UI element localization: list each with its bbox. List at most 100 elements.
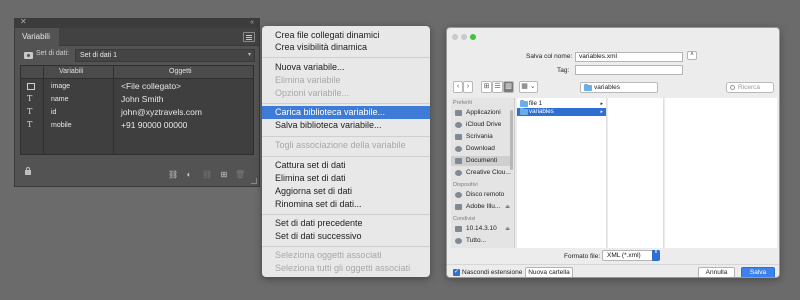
location-popup[interactable]: variables bbox=[580, 82, 658, 93]
image-icon bbox=[27, 83, 35, 90]
gallery-view-button[interactable]: ▦ ⌄ bbox=[519, 81, 538, 93]
panel-footer: ⛓ ◐ ⛓ ⊞ 🗑 bbox=[15, 166, 259, 186]
menu-item-delete-dataset[interactable]: Elimina set di dati bbox=[262, 172, 430, 185]
new-folder-button[interactable]: Nuova cartella bbox=[525, 267, 573, 277]
save-dialog: Salva col nome: variables.xml ˄ Tag: ‹ ›… bbox=[446, 27, 780, 278]
capture-dataset-icon[interactable] bbox=[24, 52, 33, 59]
save-as-input[interactable]: variables.xml bbox=[575, 52, 683, 62]
cancel-button[interactable]: Annulla bbox=[698, 267, 735, 277]
sidebar-item-adobe-illustrator[interactable]: Adobe Illu... ⏏ bbox=[451, 202, 513, 212]
sidebar-item-label: Documenti bbox=[466, 157, 498, 164]
sidebar-item-remote-disc[interactable]: Disco remoto bbox=[451, 190, 513, 200]
dataset-select[interactable]: Set di dati 1 ▾ bbox=[75, 49, 255, 62]
browser-column-1: file 1 ▸ variables ▸ bbox=[517, 98, 607, 248]
menu-item-next-dataset[interactable]: Set di dati successivo bbox=[262, 230, 430, 243]
menu-item-select-bound-objects[interactable]: Seleziona oggetti associati bbox=[262, 249, 430, 262]
unbind-variable-icon[interactable]: ⛓ bbox=[202, 171, 212, 179]
new-variable-icon[interactable]: ⊞ bbox=[219, 171, 229, 179]
tab-variables[interactable]: Variabili bbox=[15, 28, 59, 46]
panel-flyout-menu: Crea file collegati dinamici Crea visibi… bbox=[262, 26, 430, 277]
variable-object: <File collegato> bbox=[121, 81, 182, 91]
menu-item-capture-dataset[interactable]: Cattura set di dati bbox=[262, 159, 430, 172]
panel-title-bar: ✕ « bbox=[15, 17, 259, 28]
menu-item-select-all-bound-objects[interactable]: Seleziona tutti gli oggetti associati bbox=[262, 262, 430, 275]
list-item[interactable]: variables ▸ bbox=[517, 108, 606, 116]
hide-extension-checkbox[interactable]: ✓ bbox=[453, 269, 460, 276]
list-item-label: file 1 bbox=[529, 100, 543, 107]
eject-icon[interactable]: ⏏ bbox=[505, 202, 510, 212]
sidebar-section-devices: Dispositivi bbox=[453, 182, 478, 188]
dialog-footer: ✓ Nascondi estensione Nuova cartella Ann… bbox=[447, 264, 779, 277]
file-format-select[interactable]: XML (*.xml) ⇕ bbox=[602, 250, 660, 261]
tags-input[interactable] bbox=[575, 65, 683, 75]
sidebar-item-creative-cloud[interactable]: Creative Clou... bbox=[451, 168, 513, 178]
sidebar-scrollbar[interactable] bbox=[510, 110, 513, 170]
forward-button[interactable]: › bbox=[463, 81, 473, 93]
zoom-window-icon[interactable] bbox=[470, 34, 476, 40]
menu-item-unbind-variable[interactable]: Togli associazione della variabile bbox=[262, 139, 430, 152]
location-value: variables bbox=[594, 84, 621, 91]
sidebar-item-all-network[interactable]: Tutto... bbox=[451, 236, 513, 246]
download-icon bbox=[455, 146, 462, 152]
menu-item-update-dataset[interactable]: Aggiorna set di dati bbox=[262, 185, 430, 198]
folder-icon bbox=[584, 84, 592, 91]
menu-item-previous-dataset[interactable]: Set di dati precedente bbox=[262, 217, 430, 230]
sidebar-item-label: iCloud Drive bbox=[466, 121, 502, 128]
table-row[interactable]: image <File collegato> bbox=[21, 80, 253, 93]
chevron-right-icon: ▸ bbox=[600, 101, 603, 107]
list-view-button[interactable]: ☰ bbox=[492, 81, 503, 93]
sidebar-item-applications[interactable]: Applicazioni bbox=[451, 108, 513, 118]
variable-name: image bbox=[51, 83, 71, 90]
menu-item-create-dynamic-visibility[interactable]: Crea visibilità dinamica bbox=[262, 41, 430, 54]
collapse-icon[interactable]: « bbox=[250, 18, 254, 28]
dataset-label: Set di dati: bbox=[36, 50, 70, 57]
lock-icon[interactable] bbox=[25, 167, 31, 175]
variables-table: Variabili Oggetti image <File collegato>… bbox=[20, 65, 254, 155]
menu-item-delete-variable[interactable]: Elimina variabile bbox=[262, 74, 430, 87]
resize-grip-icon[interactable] bbox=[251, 178, 257, 184]
sidebar-item-server[interactable]: 10.14.3.10 ⏏ bbox=[451, 224, 513, 234]
close-icon[interactable]: ✕ bbox=[20, 17, 27, 27]
variable-object: +91 90000 00000 bbox=[121, 120, 188, 130]
disc-icon bbox=[455, 192, 462, 198]
table-row[interactable]: T id john@xyztravels.com bbox=[21, 106, 253, 119]
sidebar-item-icloud-drive[interactable]: iCloud Drive bbox=[451, 120, 513, 130]
menu-item-save-variable-library[interactable]: Salva biblioteca variabile... bbox=[262, 119, 430, 132]
sidebar-item-documents[interactable]: Documenti bbox=[451, 156, 513, 166]
menu-item-rename-dataset[interactable]: Rinomina set di dati... bbox=[262, 198, 430, 211]
icon-view-button[interactable]: ⊞ bbox=[481, 81, 492, 93]
select-stepper-icon: ⇕ bbox=[652, 250, 660, 261]
search-input[interactable]: Ricerca bbox=[726, 82, 774, 93]
sidebar-item-label: Tutto... bbox=[466, 237, 486, 244]
close-window-icon[interactable] bbox=[452, 34, 458, 40]
column-header-objects[interactable]: Oggetti bbox=[169, 68, 192, 75]
sidebar-item-downloads[interactable]: Download bbox=[451, 144, 513, 154]
menu-item-variable-options[interactable]: Opzioni variabile... bbox=[262, 87, 430, 100]
table-row[interactable]: T name John Smith bbox=[21, 93, 253, 106]
eject-icon[interactable]: ⏏ bbox=[505, 224, 510, 234]
menu-separator bbox=[262, 57, 430, 58]
column-header-variables[interactable]: Variabili bbox=[59, 68, 83, 75]
column-view-button[interactable]: ▥ bbox=[503, 81, 514, 93]
sidebar-item-desktop[interactable]: Scrivania bbox=[451, 132, 513, 142]
table-row[interactable]: T mobile +91 90000 00000 bbox=[21, 119, 253, 132]
variable-object: john@xyztravels.com bbox=[121, 107, 202, 117]
save-button[interactable]: Salva bbox=[741, 267, 775, 277]
browser-column-3 bbox=[665, 98, 777, 248]
folder-icon bbox=[520, 108, 528, 115]
tags-label: Tag: bbox=[557, 67, 570, 74]
variable-object: John Smith bbox=[121, 94, 164, 104]
make-visibility-dynamic-icon[interactable]: ◐ bbox=[184, 171, 194, 179]
make-object-dynamic-icon[interactable]: ⛓ bbox=[168, 171, 178, 179]
menu-item-load-variable-library[interactable]: Carica biblioteca variabile... bbox=[262, 106, 430, 119]
minimize-window-icon[interactable] bbox=[461, 34, 467, 40]
sidebar-item-label: Applicazioni bbox=[466, 109, 501, 116]
save-as-label: Salva col nome: bbox=[526, 53, 573, 60]
list-item[interactable]: file 1 ▸ bbox=[517, 100, 606, 108]
expand-dialog-button[interactable]: ˄ bbox=[687, 51, 697, 60]
variables-panel: ✕ « Variabili Set di dati: Set di dati 1… bbox=[14, 17, 260, 187]
panel-menu-icon[interactable] bbox=[243, 32, 255, 42]
trash-icon[interactable]: 🗑 bbox=[235, 171, 245, 179]
menu-item-new-variable[interactable]: Nuova variabile... bbox=[262, 61, 430, 74]
back-button[interactable]: ‹ bbox=[453, 81, 463, 93]
